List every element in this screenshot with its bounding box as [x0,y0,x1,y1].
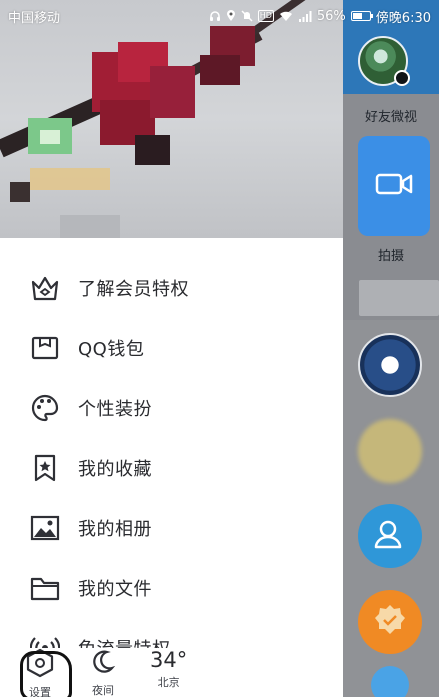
menu-item-my-album[interactable]: 我的相册 [0,500,343,556]
contact-avatar[interactable] [358,419,422,483]
friend-video-label[interactable]: 好友微视 [343,106,439,125]
folder-icon [30,573,60,603]
bottom-tab-icon[interactable] [371,666,409,697]
weather-widget[interactable]: 34° 北京 [150,648,187,690]
group-avatar[interactable] [358,333,422,397]
menu-label-my-favorites: 我的收藏 [78,459,152,480]
crown-icon [30,273,60,303]
contacts-button[interactable] [358,504,422,568]
city-label: 北京 [157,676,180,689]
profile-background-image[interactable] [0,0,343,238]
status-bar: 中国移动 HD 56% 傍晚6:30 [0,0,439,32]
menu-label-personal-dressup: 个性装扮 [78,399,152,420]
menu-label-qq-wallet: QQ钱包 [78,339,145,360]
video-camera-icon [374,169,414,203]
headset-icon [209,10,221,22]
hd-badge: HD [257,10,274,22]
clock: 傍晚6:30 [375,10,431,26]
menu-item-personal-dressup[interactable]: 个性装扮 [0,380,343,436]
menu-label-my-files: 我的文件 [78,579,152,600]
photo-icon [30,513,60,543]
bookmark-star-icon [30,453,60,483]
main-screen-background[interactable]: 好友微视 拍摄 [343,0,439,697]
night-mode-label: 夜间 [92,684,114,697]
avatar-badge [394,70,410,86]
wallet-icon [30,333,60,363]
wifi-icon [279,11,293,22]
shoot-video-button[interactable] [358,136,430,236]
side-drawer: 了解会员特权 QQ钱包 个性装扮 我的收藏 我的相册 我的文件 设置 夜间 34… [0,0,343,697]
dynamic-button[interactable] [358,590,422,654]
cellular-signal-icon [298,10,312,22]
menu-item-my-files[interactable]: 我的文件 [0,560,343,616]
night-mode-button[interactable]: 夜间 [90,648,116,697]
battery-icon [350,11,373,21]
menu-label-my-album: 我的相册 [78,519,152,540]
temperature: 34° [150,648,188,672]
battery-percent: 56% [316,8,346,24]
palette-icon [30,393,60,423]
badge-check-icon [372,602,408,642]
friend-avatar[interactable] [358,36,410,86]
menu-item-vip-privileges[interactable]: 了解会员特权 [0,260,343,316]
highlight-circle-annotation [20,651,72,697]
location-icon [226,10,236,22]
mute-icon [241,10,253,22]
carrier-name: 中国移动 [8,10,61,26]
search-bar-background [359,280,439,316]
menu-item-my-favorites[interactable]: 我的收藏 [0,440,343,496]
shoot-label[interactable]: 拍摄 [343,245,439,264]
menu-label-vip-privileges: 了解会员特权 [78,279,189,300]
moon-icon [90,648,116,680]
menu-item-qq-wallet[interactable]: QQ钱包 [0,320,343,376]
contacts-icon [373,519,407,553]
status-icons: HD 56% 傍晚6:30 [209,7,431,26]
